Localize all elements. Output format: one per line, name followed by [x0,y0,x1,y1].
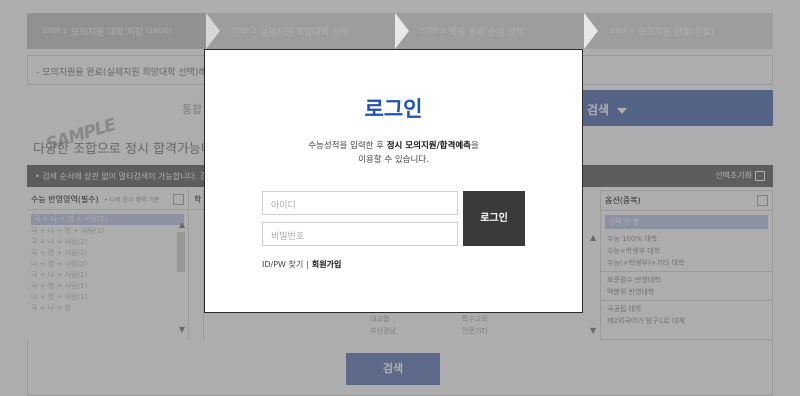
account-links: ID/PW 찾기 | 회원가입 [262,259,341,270]
find-id-pw-link[interactable]: ID/PW 찾기 [262,260,303,269]
login-button[interactable]: 로그인 [463,191,525,246]
link-separator: | [306,260,309,269]
password-input[interactable]: 비밀번호 [262,222,458,246]
modal-description: 수능성적을 입력한 후 정시 모의지원/합격예측을 이용할 수 있습니다. [205,139,582,167]
id-input[interactable]: 아이디 [262,191,458,215]
signup-link[interactable]: 회원가입 [312,260,341,269]
login-modal: 로그인 수능성적을 입력한 후 정시 모의지원/합격예측을 이용할 수 있습니다… [204,49,583,313]
desc-line2: 이용할 수 있습니다. [358,155,429,165]
modal-title: 로그인 [364,97,423,121]
desc-bold: 정시 모의지원/합격예측 [386,141,471,151]
desc-post: 을 [470,141,479,151]
desc-pre: 수능성적을 입력한 후 [308,141,387,151]
